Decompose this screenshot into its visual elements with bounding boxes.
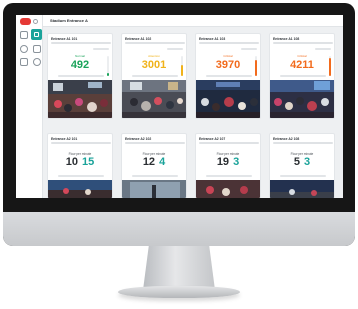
capacity-gauge-fill [107, 73, 109, 76]
entrance-card[interactable]: Entrance A2 107 Flow per minute 19 3 [195, 133, 261, 198]
status-label: Critical [297, 54, 307, 58]
entrance-capacity [315, 48, 331, 50]
screen: Stadium Entrance A Entrance A1 101 Norma… [16, 15, 343, 198]
entrance-subtitle [199, 142, 259, 144]
status-label: Normal [75, 54, 85, 58]
entrance-meta [132, 75, 178, 77]
entrance-capacity [167, 48, 183, 50]
link-icon[interactable] [20, 58, 28, 66]
entrance-name: Entrance A2 101 [51, 137, 78, 141]
flow-values: 53 [270, 156, 334, 168]
entrance-subtitle [199, 42, 259, 44]
people-count: 3970 [215, 59, 241, 71]
entrance-subtitle [125, 42, 185, 44]
flow-values: 12 4 [122, 156, 186, 168]
entrance-meta [280, 75, 326, 77]
monitor-stand-neck [143, 246, 215, 290]
people-count: 492 [70, 59, 90, 71]
flow-out: 4 [159, 156, 166, 168]
entrance-name: Entrance A2 102 [125, 137, 152, 141]
entrance-subtitle [51, 142, 111, 144]
entrance-capacity [93, 48, 109, 50]
entrance-card[interactable]: Entrance A1 103 Critical 3970 [195, 33, 261, 119]
entrance-name: Entrance A1 108 [273, 37, 300, 41]
sidebar [16, 15, 43, 198]
entrance-subtitle [273, 42, 333, 44]
people-count: 4211 [290, 59, 314, 71]
entrance-card[interactable]: Entrance A1 101 Normal 492 [47, 33, 113, 119]
entrance-meta [58, 75, 104, 77]
settings-icon[interactable] [33, 58, 41, 66]
entrance-name: Entrance A2 107 [199, 137, 226, 141]
search-icon[interactable] [20, 45, 28, 53]
camera-feed-image[interactable] [48, 80, 113, 119]
capacity-gauge [255, 56, 257, 76]
capacity-gauge [181, 56, 183, 76]
status-label: Critical [223, 54, 233, 58]
camera-feed-image[interactable] [196, 80, 261, 119]
flow-values: 10 15 [48, 156, 112, 168]
flow-in: 5 [293, 156, 300, 168]
capacity-gauge-fill [329, 58, 331, 76]
dashboard-icon[interactable] [31, 29, 42, 40]
home-icon[interactable] [20, 31, 28, 39]
flow-in: 12 [142, 156, 156, 168]
entrance-card[interactable]: Entrance A2 102 Flow per minute 12 4 [121, 133, 187, 198]
entrance-name: Entrance A1 103 [199, 37, 226, 41]
flow-out: 3 [304, 156, 311, 168]
entrance-name: Entrance A2 108 [273, 137, 300, 141]
entrance-card[interactable]: Entrance A2 101 Flow per minute 10 15 [47, 133, 113, 198]
entrance-subtitle [51, 42, 111, 44]
main-content: Stadium Entrance A Entrance A1 101 Norma… [43, 15, 343, 198]
entrance-card[interactable]: Entrance A2 108 Flow per minute 53 [269, 133, 335, 198]
capacity-gauge-fill [181, 65, 183, 76]
camera-feed-image[interactable] [122, 80, 187, 119]
capacity-gauge [329, 56, 331, 76]
flow-out: 15 [82, 156, 95, 168]
entrance-card[interactable]: Entrance A1 108 Critical 4211 [269, 33, 335, 119]
entrance-capacity [241, 48, 257, 50]
flow-in: 10 [65, 156, 78, 168]
monitor-chin [3, 212, 355, 246]
entrance-subtitle [125, 142, 185, 144]
camera-feed-image[interactable] [270, 80, 335, 119]
camera-feed-image[interactable] [122, 180, 187, 198]
camera-feed-image[interactable] [196, 180, 261, 198]
entrance-meta [132, 175, 178, 177]
monitor-stand-base [118, 286, 240, 298]
header: Stadium Entrance A [43, 15, 343, 27]
entrance-card[interactable]: Entrance A1 102 Attention 3001 [121, 33, 187, 119]
entrance-name: Entrance A1 102 [125, 37, 152, 41]
flow-values: 19 3 [196, 156, 260, 168]
entrance-meta [206, 75, 252, 77]
entrance-meta [206, 175, 252, 177]
page-title: Stadium Entrance A [50, 18, 88, 23]
logo-icon [20, 18, 31, 25]
capacity-gauge [107, 56, 109, 76]
status-label: Attention [148, 54, 160, 58]
entrance-name: Entrance A1 101 [51, 37, 78, 41]
entrance-subtitle [273, 142, 333, 144]
entrance-meta [58, 175, 104, 177]
people-count: 3001 [141, 59, 167, 71]
flow-out: 3 [233, 156, 240, 168]
grid-icon[interactable] [33, 45, 41, 53]
flow-in: 19 [216, 156, 230, 168]
entrance-meta [280, 175, 326, 177]
camera-feed-image[interactable] [270, 180, 335, 198]
status-dot-icon [33, 19, 38, 24]
imac-mockup: Stadium Entrance A Entrance A1 101 Norma… [0, 0, 358, 309]
capacity-gauge-fill [255, 60, 257, 76]
camera-feed-image[interactable] [48, 180, 113, 198]
